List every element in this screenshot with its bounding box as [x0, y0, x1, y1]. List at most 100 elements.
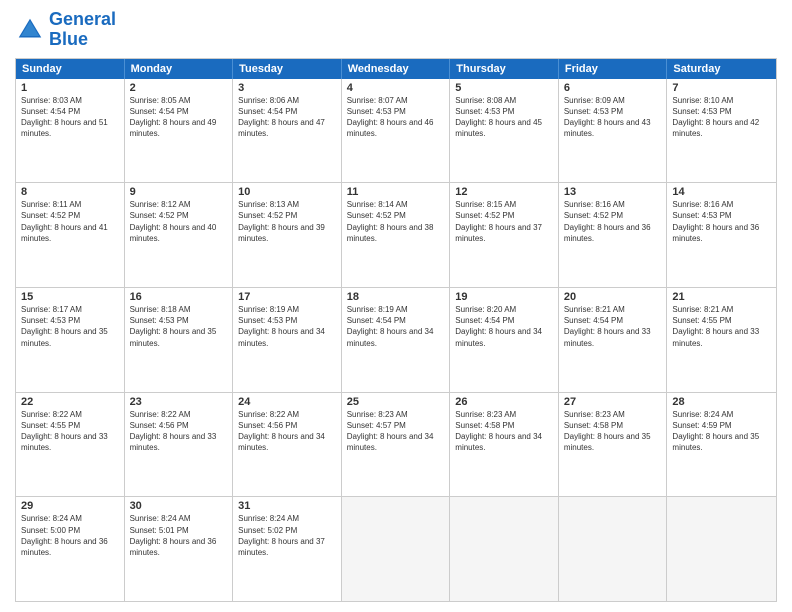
day-number: 12 — [455, 186, 553, 198]
calendar-header-sunday: Sunday — [16, 59, 125, 79]
calendar: SundayMondayTuesdayWednesdayThursdayFrid… — [15, 58, 777, 602]
day-number: 13 — [564, 186, 662, 198]
calendar-header-friday: Friday — [559, 59, 668, 79]
calendar-header-thursday: Thursday — [450, 59, 559, 79]
day-number: 25 — [347, 396, 445, 408]
logo: General Blue — [15, 10, 116, 50]
day-number: 9 — [130, 186, 228, 198]
day-number: 23 — [130, 396, 228, 408]
calendar-cell-19: 19Sunrise: 8:20 AMSunset: 4:54 PMDayligh… — [450, 288, 559, 392]
cell-info: Sunrise: 8:07 AMSunset: 4:53 PMDaylight:… — [347, 95, 445, 140]
day-number: 3 — [238, 82, 336, 94]
cell-info: Sunrise: 8:14 AMSunset: 4:52 PMDaylight:… — [347, 199, 445, 244]
calendar-cell-26: 26Sunrise: 8:23 AMSunset: 4:58 PMDayligh… — [450, 393, 559, 497]
day-number: 22 — [21, 396, 119, 408]
day-number: 31 — [238, 500, 336, 512]
cell-info: Sunrise: 8:19 AMSunset: 4:54 PMDaylight:… — [347, 304, 445, 349]
cell-info: Sunrise: 8:16 AMSunset: 4:52 PMDaylight:… — [564, 199, 662, 244]
logo-icon — [15, 15, 45, 45]
calendar-header-monday: Monday — [125, 59, 234, 79]
cell-info: Sunrise: 8:16 AMSunset: 4:53 PMDaylight:… — [672, 199, 771, 244]
cell-info: Sunrise: 8:23 AMSunset: 4:57 PMDaylight:… — [347, 409, 445, 454]
calendar-cell-3: 3Sunrise: 8:06 AMSunset: 4:54 PMDaylight… — [233, 79, 342, 183]
day-number: 19 — [455, 291, 553, 303]
day-number: 27 — [564, 396, 662, 408]
cell-info: Sunrise: 8:18 AMSunset: 4:53 PMDaylight:… — [130, 304, 228, 349]
calendar-cell-empty — [342, 497, 451, 601]
day-number: 2 — [130, 82, 228, 94]
day-number: 15 — [21, 291, 119, 303]
day-number: 11 — [347, 186, 445, 198]
calendar-week-2: 8Sunrise: 8:11 AMSunset: 4:52 PMDaylight… — [16, 183, 776, 288]
calendar-cell-13: 13Sunrise: 8:16 AMSunset: 4:52 PMDayligh… — [559, 183, 668, 287]
day-number: 10 — [238, 186, 336, 198]
calendar-cell-17: 17Sunrise: 8:19 AMSunset: 4:53 PMDayligh… — [233, 288, 342, 392]
calendar-cell-29: 29Sunrise: 8:24 AMSunset: 5:00 PMDayligh… — [16, 497, 125, 601]
calendar-header-wednesday: Wednesday — [342, 59, 451, 79]
day-number: 18 — [347, 291, 445, 303]
calendar-cell-4: 4Sunrise: 8:07 AMSunset: 4:53 PMDaylight… — [342, 79, 451, 183]
calendar-cell-8: 8Sunrise: 8:11 AMSunset: 4:52 PMDaylight… — [16, 183, 125, 287]
calendar-week-5: 29Sunrise: 8:24 AMSunset: 5:00 PMDayligh… — [16, 497, 776, 601]
day-number: 28 — [672, 396, 771, 408]
day-number: 20 — [564, 291, 662, 303]
calendar-cell-empty — [559, 497, 668, 601]
cell-info: Sunrise: 8:05 AMSunset: 4:54 PMDaylight:… — [130, 95, 228, 140]
calendar-week-4: 22Sunrise: 8:22 AMSunset: 4:55 PMDayligh… — [16, 393, 776, 498]
day-number: 16 — [130, 291, 228, 303]
day-number: 1 — [21, 82, 119, 94]
cell-info: Sunrise: 8:08 AMSunset: 4:53 PMDaylight:… — [455, 95, 553, 140]
cell-info: Sunrise: 8:24 AMSunset: 5:02 PMDaylight:… — [238, 513, 336, 558]
calendar-cell-5: 5Sunrise: 8:08 AMSunset: 4:53 PMDaylight… — [450, 79, 559, 183]
calendar-cell-6: 6Sunrise: 8:09 AMSunset: 4:53 PMDaylight… — [559, 79, 668, 183]
cell-info: Sunrise: 8:22 AMSunset: 4:56 PMDaylight:… — [130, 409, 228, 454]
cell-info: Sunrise: 8:24 AMSunset: 4:59 PMDaylight:… — [672, 409, 771, 454]
cell-info: Sunrise: 8:06 AMSunset: 4:54 PMDaylight:… — [238, 95, 336, 140]
calendar-header-tuesday: Tuesday — [233, 59, 342, 79]
cell-info: Sunrise: 8:12 AMSunset: 4:52 PMDaylight:… — [130, 199, 228, 244]
calendar-cell-27: 27Sunrise: 8:23 AMSunset: 4:58 PMDayligh… — [559, 393, 668, 497]
day-number: 5 — [455, 82, 553, 94]
calendar-cell-31: 31Sunrise: 8:24 AMSunset: 5:02 PMDayligh… — [233, 497, 342, 601]
day-number: 4 — [347, 82, 445, 94]
calendar-cell-empty — [667, 497, 776, 601]
calendar-cell-20: 20Sunrise: 8:21 AMSunset: 4:54 PMDayligh… — [559, 288, 668, 392]
day-number: 6 — [564, 82, 662, 94]
day-number: 29 — [21, 500, 119, 512]
calendar-cell-7: 7Sunrise: 8:10 AMSunset: 4:53 PMDaylight… — [667, 79, 776, 183]
cell-info: Sunrise: 8:13 AMSunset: 4:52 PMDaylight:… — [238, 199, 336, 244]
cell-info: Sunrise: 8:22 AMSunset: 4:55 PMDaylight:… — [21, 409, 119, 454]
calendar-cell-23: 23Sunrise: 8:22 AMSunset: 4:56 PMDayligh… — [125, 393, 234, 497]
day-number: 14 — [672, 186, 771, 198]
calendar-cell-25: 25Sunrise: 8:23 AMSunset: 4:57 PMDayligh… — [342, 393, 451, 497]
cell-info: Sunrise: 8:09 AMSunset: 4:53 PMDaylight:… — [564, 95, 662, 140]
day-number: 8 — [21, 186, 119, 198]
calendar-cell-22: 22Sunrise: 8:22 AMSunset: 4:55 PMDayligh… — [16, 393, 125, 497]
day-number: 17 — [238, 291, 336, 303]
calendar-body: 1Sunrise: 8:03 AMSunset: 4:54 PMDaylight… — [16, 79, 776, 601]
calendar-cell-2: 2Sunrise: 8:05 AMSunset: 4:54 PMDaylight… — [125, 79, 234, 183]
calendar-header: SundayMondayTuesdayWednesdayThursdayFrid… — [16, 59, 776, 79]
cell-info: Sunrise: 8:03 AMSunset: 4:54 PMDaylight:… — [21, 95, 119, 140]
calendar-cell-14: 14Sunrise: 8:16 AMSunset: 4:53 PMDayligh… — [667, 183, 776, 287]
calendar-week-1: 1Sunrise: 8:03 AMSunset: 4:54 PMDaylight… — [16, 79, 776, 184]
calendar-cell-11: 11Sunrise: 8:14 AMSunset: 4:52 PMDayligh… — [342, 183, 451, 287]
calendar-cell-18: 18Sunrise: 8:19 AMSunset: 4:54 PMDayligh… — [342, 288, 451, 392]
cell-info: Sunrise: 8:19 AMSunset: 4:53 PMDaylight:… — [238, 304, 336, 349]
cell-info: Sunrise: 8:20 AMSunset: 4:54 PMDaylight:… — [455, 304, 553, 349]
calendar-cell-10: 10Sunrise: 8:13 AMSunset: 4:52 PMDayligh… — [233, 183, 342, 287]
cell-info: Sunrise: 8:10 AMSunset: 4:53 PMDaylight:… — [672, 95, 771, 140]
cell-info: Sunrise: 8:23 AMSunset: 4:58 PMDaylight:… — [455, 409, 553, 454]
cell-info: Sunrise: 8:15 AMSunset: 4:52 PMDaylight:… — [455, 199, 553, 244]
calendar-header-saturday: Saturday — [667, 59, 776, 79]
cell-info: Sunrise: 8:23 AMSunset: 4:58 PMDaylight:… — [564, 409, 662, 454]
calendar-cell-16: 16Sunrise: 8:18 AMSunset: 4:53 PMDayligh… — [125, 288, 234, 392]
calendar-cell-empty — [450, 497, 559, 601]
calendar-cell-1: 1Sunrise: 8:03 AMSunset: 4:54 PMDaylight… — [16, 79, 125, 183]
cell-info: Sunrise: 8:24 AMSunset: 5:00 PMDaylight:… — [21, 513, 119, 558]
cell-info: Sunrise: 8:24 AMSunset: 5:01 PMDaylight:… — [130, 513, 228, 558]
page: General Blue SundayMondayTuesdayWednesda… — [0, 0, 792, 612]
cell-info: Sunrise: 8:11 AMSunset: 4:52 PMDaylight:… — [21, 199, 119, 244]
calendar-week-3: 15Sunrise: 8:17 AMSunset: 4:53 PMDayligh… — [16, 288, 776, 393]
calendar-cell-21: 21Sunrise: 8:21 AMSunset: 4:55 PMDayligh… — [667, 288, 776, 392]
